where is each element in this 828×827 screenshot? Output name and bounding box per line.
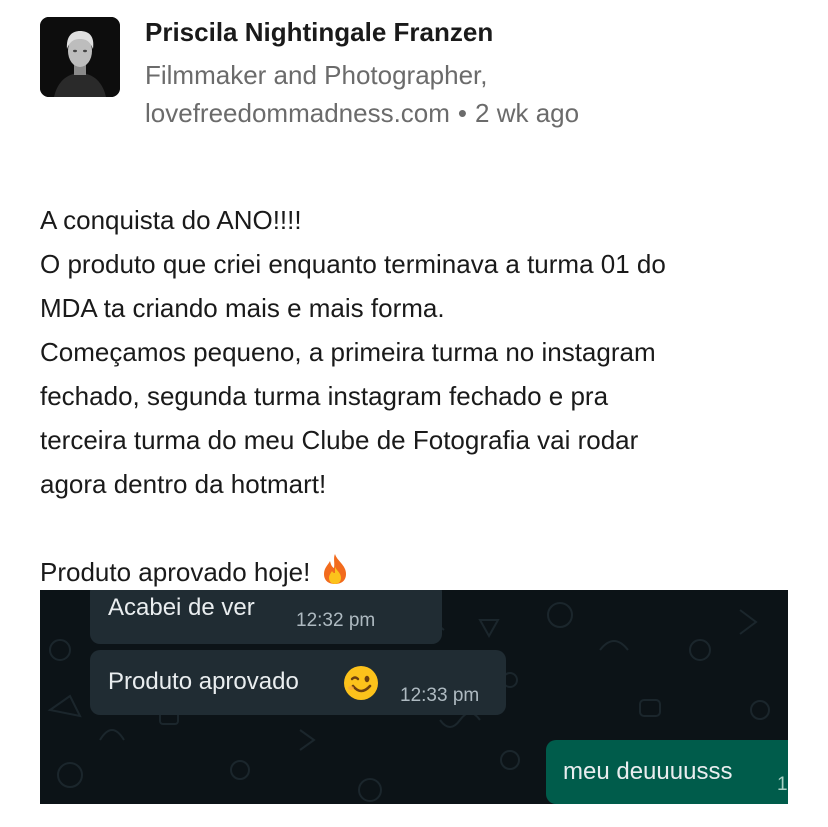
message-time: 12:33 pm [400, 685, 480, 706]
message-bubble-incoming[interactable]: Produto aprovado 12:33 pm [90, 650, 506, 715]
post-closing-text: Produto aprovado hoje! [40, 557, 311, 587]
post-line: terceira turma do meu Clube de Fotografi… [40, 425, 639, 455]
post-line: agora dentro da hotmart! [40, 469, 327, 499]
message-time: 12:32 pm [296, 610, 376, 631]
post-card: Priscila Nightingale Franzen Filmmaker a… [0, 0, 828, 827]
post-line: fechado, segunda turma instagram fechado… [40, 381, 609, 411]
post-line: Começamos pequeno, a primeira turma no i… [40, 337, 656, 367]
post-line: A conquista do ANO!!!! [40, 205, 302, 235]
message-text: Acabei de ver [108, 594, 255, 621]
message-bubble-outgoing[interactable]: meu deuuuusss 1 [546, 740, 788, 804]
message-bubble-incoming[interactable]: Acabei de ver 12:32 pm [90, 590, 442, 644]
chat-screenshot: Acabei de ver 12:32 pm Produto aprovado … [40, 590, 788, 804]
post-line: O produto que criei enquanto terminava a… [40, 249, 666, 279]
author-name[interactable]: Priscila Nightingale Franzen [145, 17, 493, 48]
avatar[interactable] [40, 17, 120, 97]
portrait-image [40, 17, 120, 97]
author-website[interactable]: lovefreedommadness.com [145, 98, 450, 128]
winking-face-icon [343, 665, 379, 708]
author-headline: Filmmaker and Photographer, [145, 60, 488, 90]
meta-separator: • [457, 98, 468, 128]
message-text: Produto aprovado [108, 668, 299, 695]
message-time: 1 [777, 774, 788, 795]
post-line: MDA ta criando mais e mais forma. [40, 293, 445, 323]
message-text: meu deuuuusss [563, 758, 733, 785]
author-meta: lovefreedommadness.com • 2 wk ago [145, 98, 579, 129]
post-time: 2 wk ago [475, 98, 580, 128]
post-text: A conquista do ANO!!!! O produto que cri… [40, 198, 800, 598]
